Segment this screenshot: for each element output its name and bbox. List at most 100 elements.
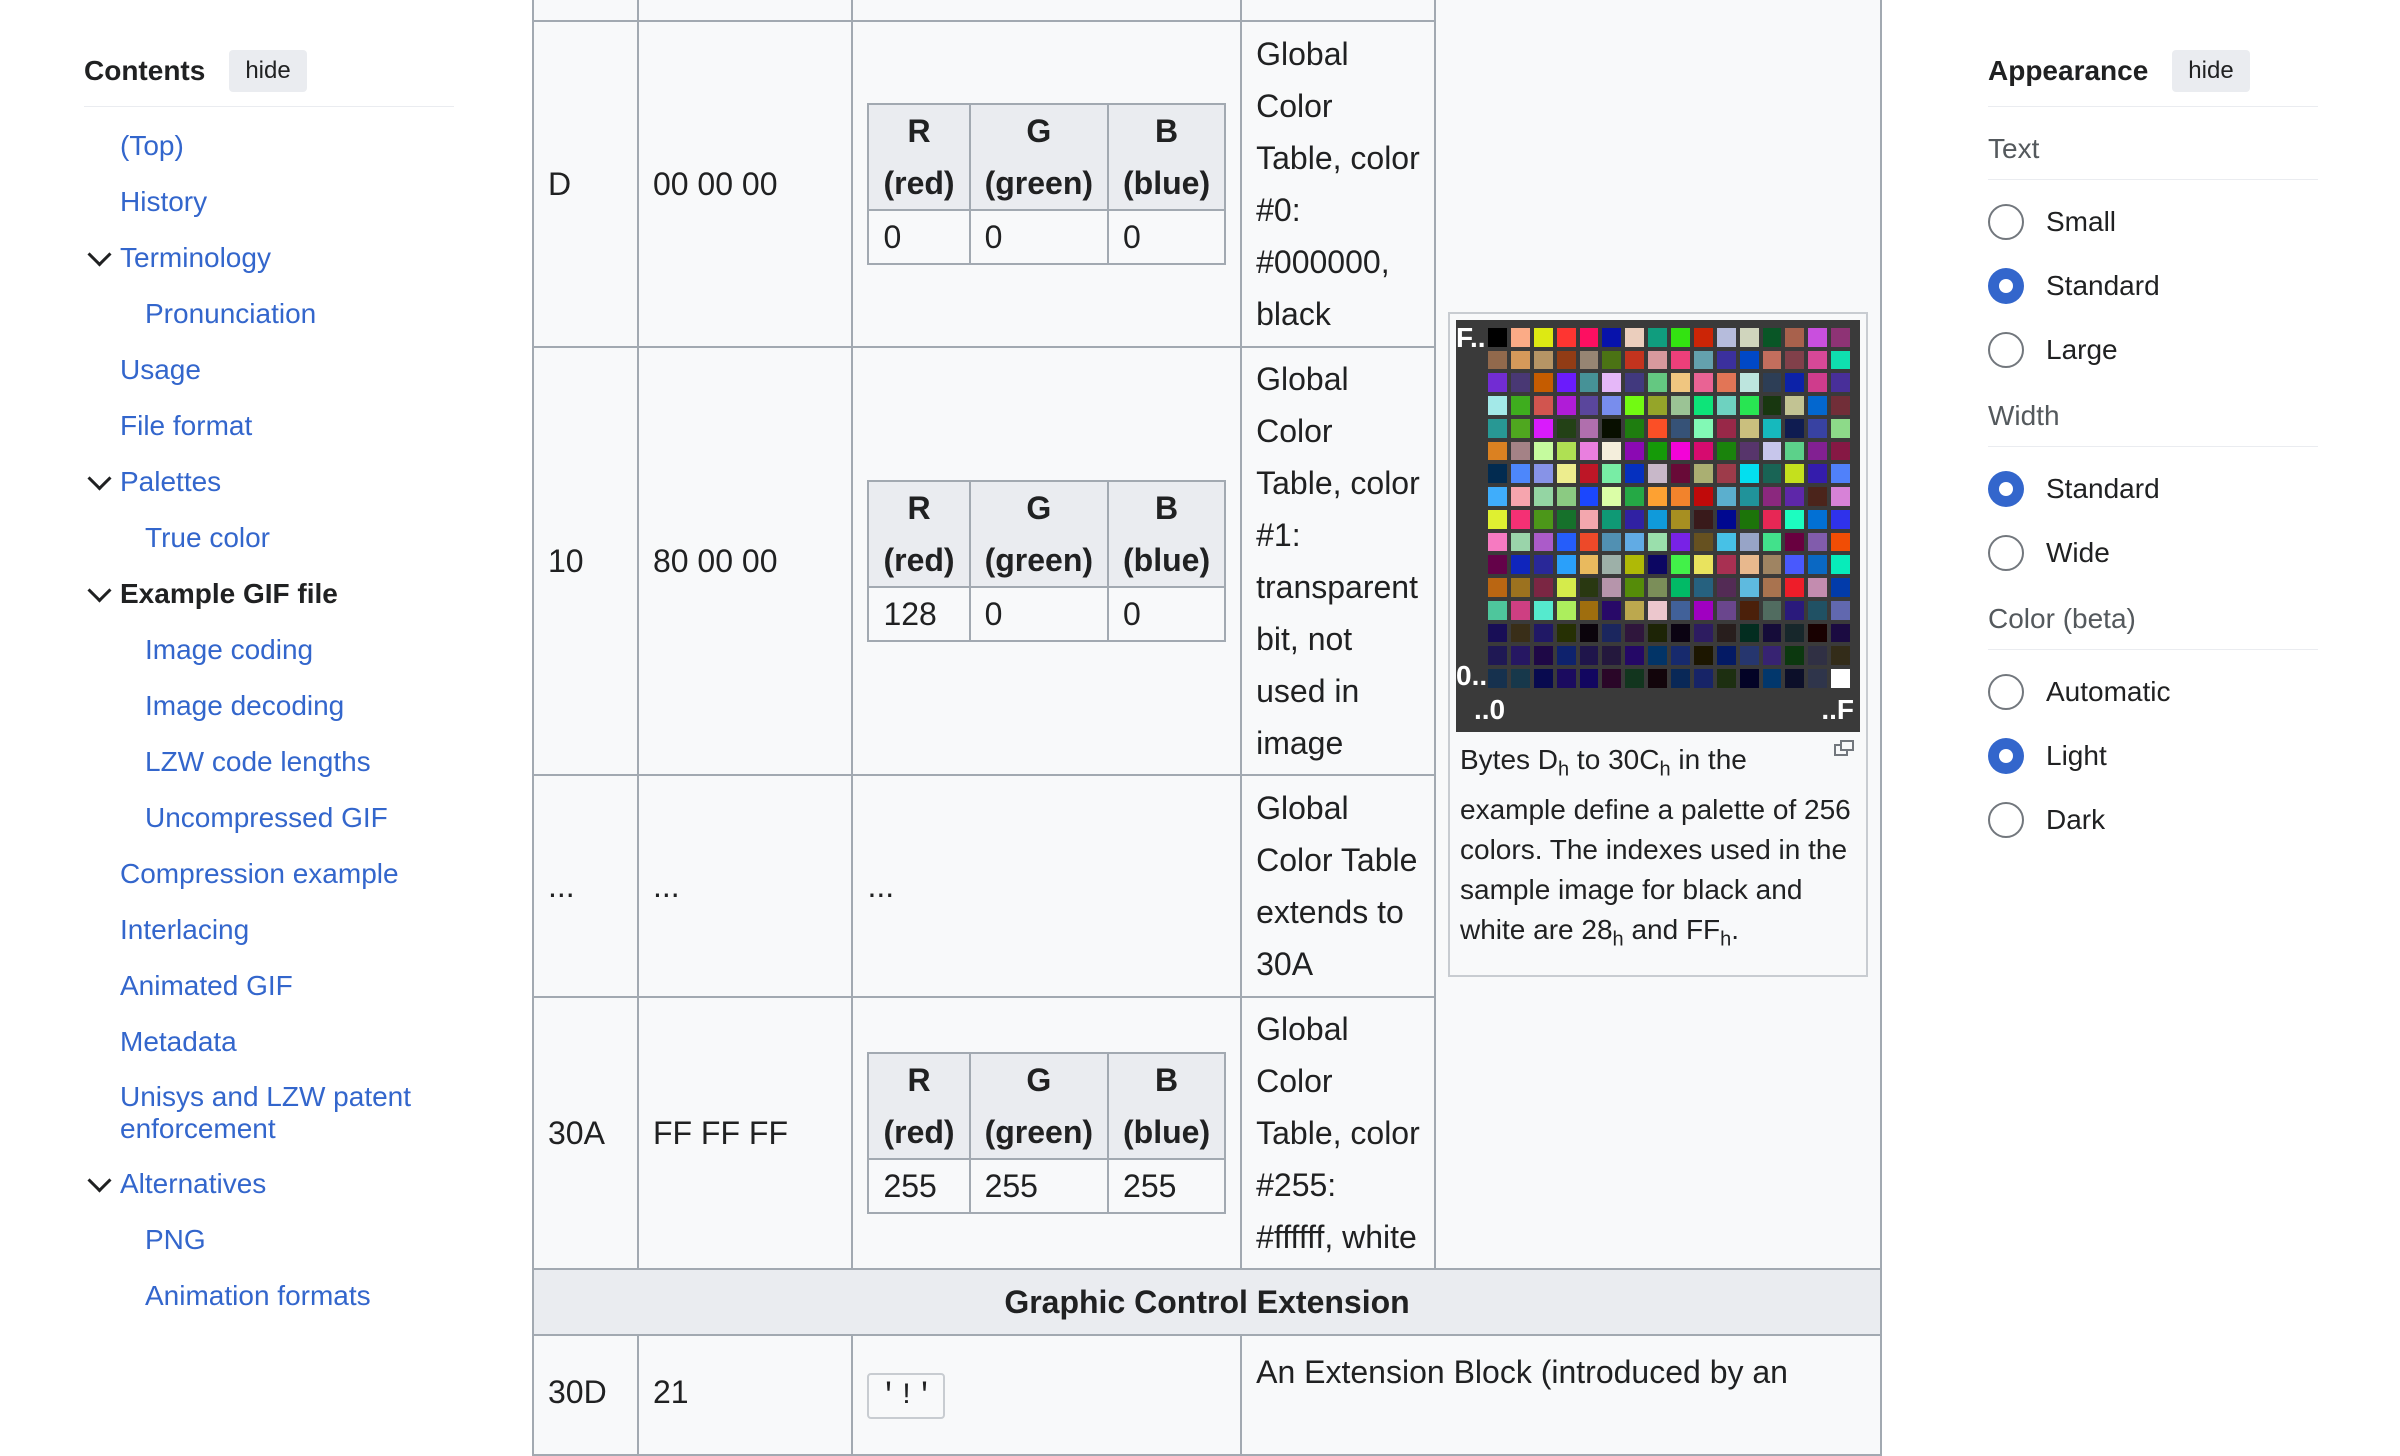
palette-swatch (1762, 578, 1782, 597)
radio-button[interactable] (1988, 802, 2024, 838)
palette-label-top: F.. (1456, 321, 1486, 353)
palette-label-bottom-left: ..0 (1474, 693, 1506, 725)
chevron-down-icon[interactable] (84, 577, 114, 611)
palette-swatch (1602, 487, 1622, 506)
palette-swatch (1533, 418, 1553, 438)
palette-swatch (1785, 327, 1805, 347)
text-size-large-option[interactable]: Large (1988, 328, 2318, 372)
chevron-down-icon[interactable] (84, 1167, 114, 1201)
radio-button[interactable] (1988, 535, 2024, 571)
radio-button[interactable] (1988, 204, 2024, 240)
toc-item-animation-formats[interactable]: Animation formats (84, 1279, 454, 1313)
toc-item-uncompressed-gif[interactable]: Uncompressed GIF (84, 801, 454, 835)
toc-item-lzw-code-lengths[interactable]: LZW code lengths (84, 745, 454, 779)
toc-item-file-format[interactable]: File format (84, 409, 454, 443)
appearance-title: Appearance (1988, 55, 2149, 86)
radio-button[interactable] (1988, 738, 2024, 774)
palette-swatch (1488, 487, 1507, 506)
radio-button[interactable] (1988, 471, 2024, 507)
toc-item-unisys-lzw[interactable]: Unisys and LZW patent enforcement (84, 1081, 454, 1145)
palette-swatch (1693, 555, 1713, 575)
palette-swatch (1579, 532, 1599, 552)
table-section-header: Graphic Control Extension (532, 1268, 1882, 1336)
palette-swatch (1716, 373, 1736, 393)
palette-swatch (1510, 532, 1530, 552)
palette-swatch (1488, 532, 1507, 552)
palette-swatch (1488, 669, 1507, 688)
palette-caption: Bytes Dh to 30Ch in the example define a… (1456, 732, 1860, 969)
toc-item-usage[interactable]: Usage (84, 353, 454, 387)
palette-swatch (1762, 509, 1782, 529)
palette-swatch (1533, 669, 1553, 688)
text-size-small-option[interactable]: Small (1988, 200, 2318, 244)
palette-swatch (1625, 509, 1645, 529)
chevron-down-icon[interactable] (84, 465, 114, 499)
toc-item-image-coding[interactable]: Image coding (84, 633, 454, 667)
radio-button[interactable] (1988, 332, 2024, 368)
bytes-cell: 00 00 00 (636, 20, 854, 348)
toc-item-pronunciation[interactable]: Pronunciation (84, 297, 454, 331)
toc-item-interlacing[interactable]: Interlacing (84, 913, 454, 947)
palette-swatch (1808, 623, 1828, 643)
palette-swatch (1808, 555, 1828, 575)
description-cell: Global Color Table, color #0: #000000, b… (1240, 20, 1436, 348)
toc-item-png[interactable]: PNG (84, 1223, 454, 1257)
text-size-standard-option[interactable]: Standard (1988, 264, 2318, 308)
toc-item-terminology[interactable]: Terminology (84, 241, 454, 275)
rgb-table: R (red) G (green) B (blue) 255 255 255 (867, 1052, 1227, 1214)
palette-swatch (1510, 350, 1530, 370)
appearance-hide-button[interactable]: hide (2172, 50, 2250, 92)
palette-swatch (1739, 441, 1759, 461)
palette-swatch (1602, 396, 1622, 415)
palette-swatch (1602, 555, 1622, 575)
width-standard-option[interactable]: Standard (1988, 467, 2318, 511)
toc-item-top[interactable]: (Top) (84, 129, 454, 163)
example-gif-table: D 00 00 00 R (red) G (green) B (blue) 000 Glo… (532, 0, 1882, 1456)
palette-swatch (1648, 646, 1667, 666)
palette-swatch (1625, 532, 1645, 552)
toc-item-true-color[interactable]: True color (84, 521, 454, 555)
palette-swatch (1785, 578, 1805, 597)
palette-swatch (1762, 441, 1782, 461)
radio-button[interactable] (1988, 674, 2024, 710)
toc-item-compression-example[interactable]: Compression example (84, 857, 454, 891)
palette-image[interactable]: F.. 0.. ..0 ..F (1456, 319, 1860, 732)
palette-swatch (1671, 600, 1690, 620)
palette-swatch (1831, 669, 1850, 688)
palette-swatch (1648, 396, 1667, 415)
toc-item-alternatives[interactable]: Alternatives (84, 1167, 454, 1201)
palette-swatch (1648, 532, 1667, 552)
palette-swatch (1739, 487, 1759, 506)
toc-item-metadata[interactable]: Metadata (84, 1025, 454, 1059)
palette-swatch (1693, 578, 1713, 597)
radio-button[interactable] (1988, 268, 2024, 304)
color-automatic-option[interactable]: Automatic (1988, 670, 2318, 714)
color-light-option[interactable]: Light (1988, 734, 2318, 778)
toc-item-animated-gif[interactable]: Animated GIF (84, 969, 454, 1003)
color-label: Color (beta) (1988, 575, 2318, 650)
toc-item-example-gif-file[interactable]: Example GIF file (84, 577, 454, 611)
color-dark-option[interactable]: Dark (1988, 798, 2318, 842)
palette-swatch (1533, 532, 1553, 552)
palette-swatch (1716, 418, 1736, 438)
palette-swatch (1808, 509, 1828, 529)
palette-swatch (1808, 600, 1828, 620)
width-wide-option[interactable]: Wide (1988, 531, 2318, 575)
palette-swatch (1648, 373, 1667, 393)
palette-swatch (1716, 350, 1736, 370)
palette-swatch (1785, 600, 1805, 620)
toc-item-palettes[interactable]: Palettes (84, 465, 454, 499)
palette-swatch (1648, 350, 1667, 370)
table-row: 30D 21 '!' An Extension Block (introduce… (532, 1334, 1882, 1456)
palette-swatch (1602, 623, 1622, 643)
toc-hide-button[interactable]: hide (229, 50, 307, 92)
palette-swatch (1693, 669, 1713, 688)
enlarge-icon[interactable] (1834, 739, 1854, 756)
chevron-down-icon[interactable] (84, 241, 114, 275)
toc-item-image-decoding[interactable]: Image decoding (84, 689, 454, 723)
toc-item-history[interactable]: History (84, 185, 454, 219)
palette-swatch (1785, 555, 1805, 575)
palette-swatch (1648, 327, 1667, 347)
palette-swatch (1831, 327, 1850, 347)
palette-swatch (1510, 623, 1530, 643)
